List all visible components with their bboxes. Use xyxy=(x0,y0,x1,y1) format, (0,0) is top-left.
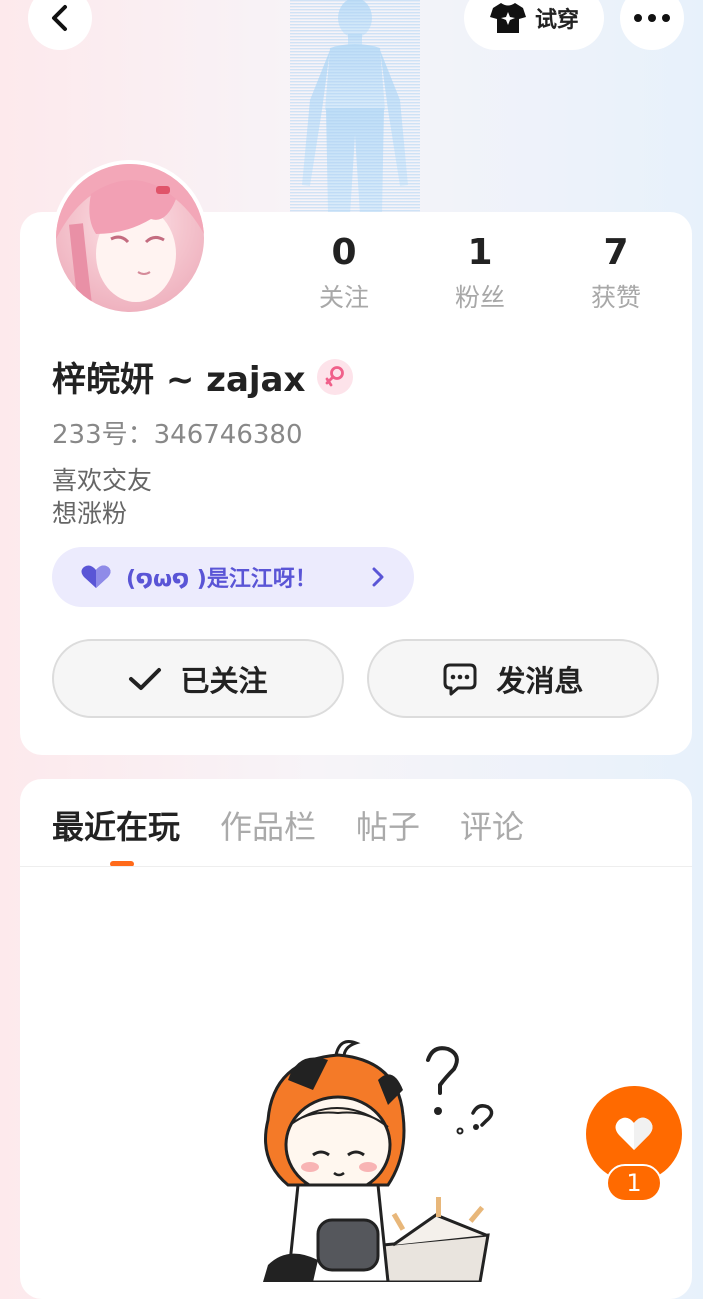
holographic-avatar-figure xyxy=(290,0,420,215)
bio-line: 想涨粉 xyxy=(52,499,128,528)
send-message-button[interactable]: 发消息 xyxy=(367,639,659,718)
followed-label: 已关注 xyxy=(180,663,268,698)
female-icon xyxy=(326,365,345,386)
back-button[interactable] xyxy=(28,0,92,50)
user-id: 233号：346746380 xyxy=(52,420,303,450)
send-message-label: 发消息 xyxy=(496,663,584,698)
tab-works[interactable]: 作品栏 xyxy=(220,802,316,848)
tab-recently-playing[interactable]: 最近在玩 xyxy=(52,802,180,848)
tab-posts[interactable]: 帖子 xyxy=(356,802,420,848)
tab-comments[interactable]: 评论 xyxy=(460,802,524,848)
stat-followers[interactable]: 1 粉丝 xyxy=(425,234,535,314)
following-label: 关注 xyxy=(318,283,369,312)
avatar[interactable] xyxy=(52,160,208,316)
heart-icon xyxy=(615,1117,653,1150)
badge-text: (໑ω໑ )是江江呀！ xyxy=(126,567,317,592)
gender-badge xyxy=(317,358,354,395)
chat-bubble-icon xyxy=(443,663,477,695)
tshirt-star-icon xyxy=(489,3,526,33)
followed-button[interactable]: 已关注 xyxy=(52,639,344,718)
more-icon xyxy=(634,14,670,22)
try-on-label: 试穿 xyxy=(534,8,579,33)
bio: 喜欢交友 想涨粉 xyxy=(52,464,152,530)
username-row: 梓皖妍 ~ zajax xyxy=(52,352,354,401)
heart-badge-icon xyxy=(81,565,111,588)
avatar-illustration xyxy=(56,164,204,312)
followers-label: 粉丝 xyxy=(454,283,505,312)
username: 梓皖妍 ~ zajax xyxy=(52,360,306,400)
tab-bar: 最近在玩 作品栏 帖子 评论 xyxy=(52,802,524,848)
followers-count: 1 xyxy=(467,232,493,273)
likes-label: 获赞 xyxy=(590,283,641,312)
bio-line: 喜欢交友 xyxy=(52,466,153,495)
following-count: 0 xyxy=(331,232,357,273)
likes-count: 7 xyxy=(603,232,629,273)
fan-badge-pill[interactable]: (໑ω໑ )是江江呀！ xyxy=(52,547,414,607)
more-button[interactable] xyxy=(620,0,684,50)
like-count-badge: 1 xyxy=(606,1164,662,1202)
try-on-button[interactable]: 试穿 xyxy=(464,0,604,50)
tab-divider xyxy=(20,866,692,867)
empty-state-mascot xyxy=(263,1040,494,1282)
chevron-right-icon xyxy=(372,567,384,587)
stat-likes[interactable]: 7 获赞 xyxy=(561,234,671,314)
stat-following[interactable]: 0 关注 xyxy=(289,234,399,314)
back-icon xyxy=(52,5,67,31)
check-icon xyxy=(129,667,162,690)
